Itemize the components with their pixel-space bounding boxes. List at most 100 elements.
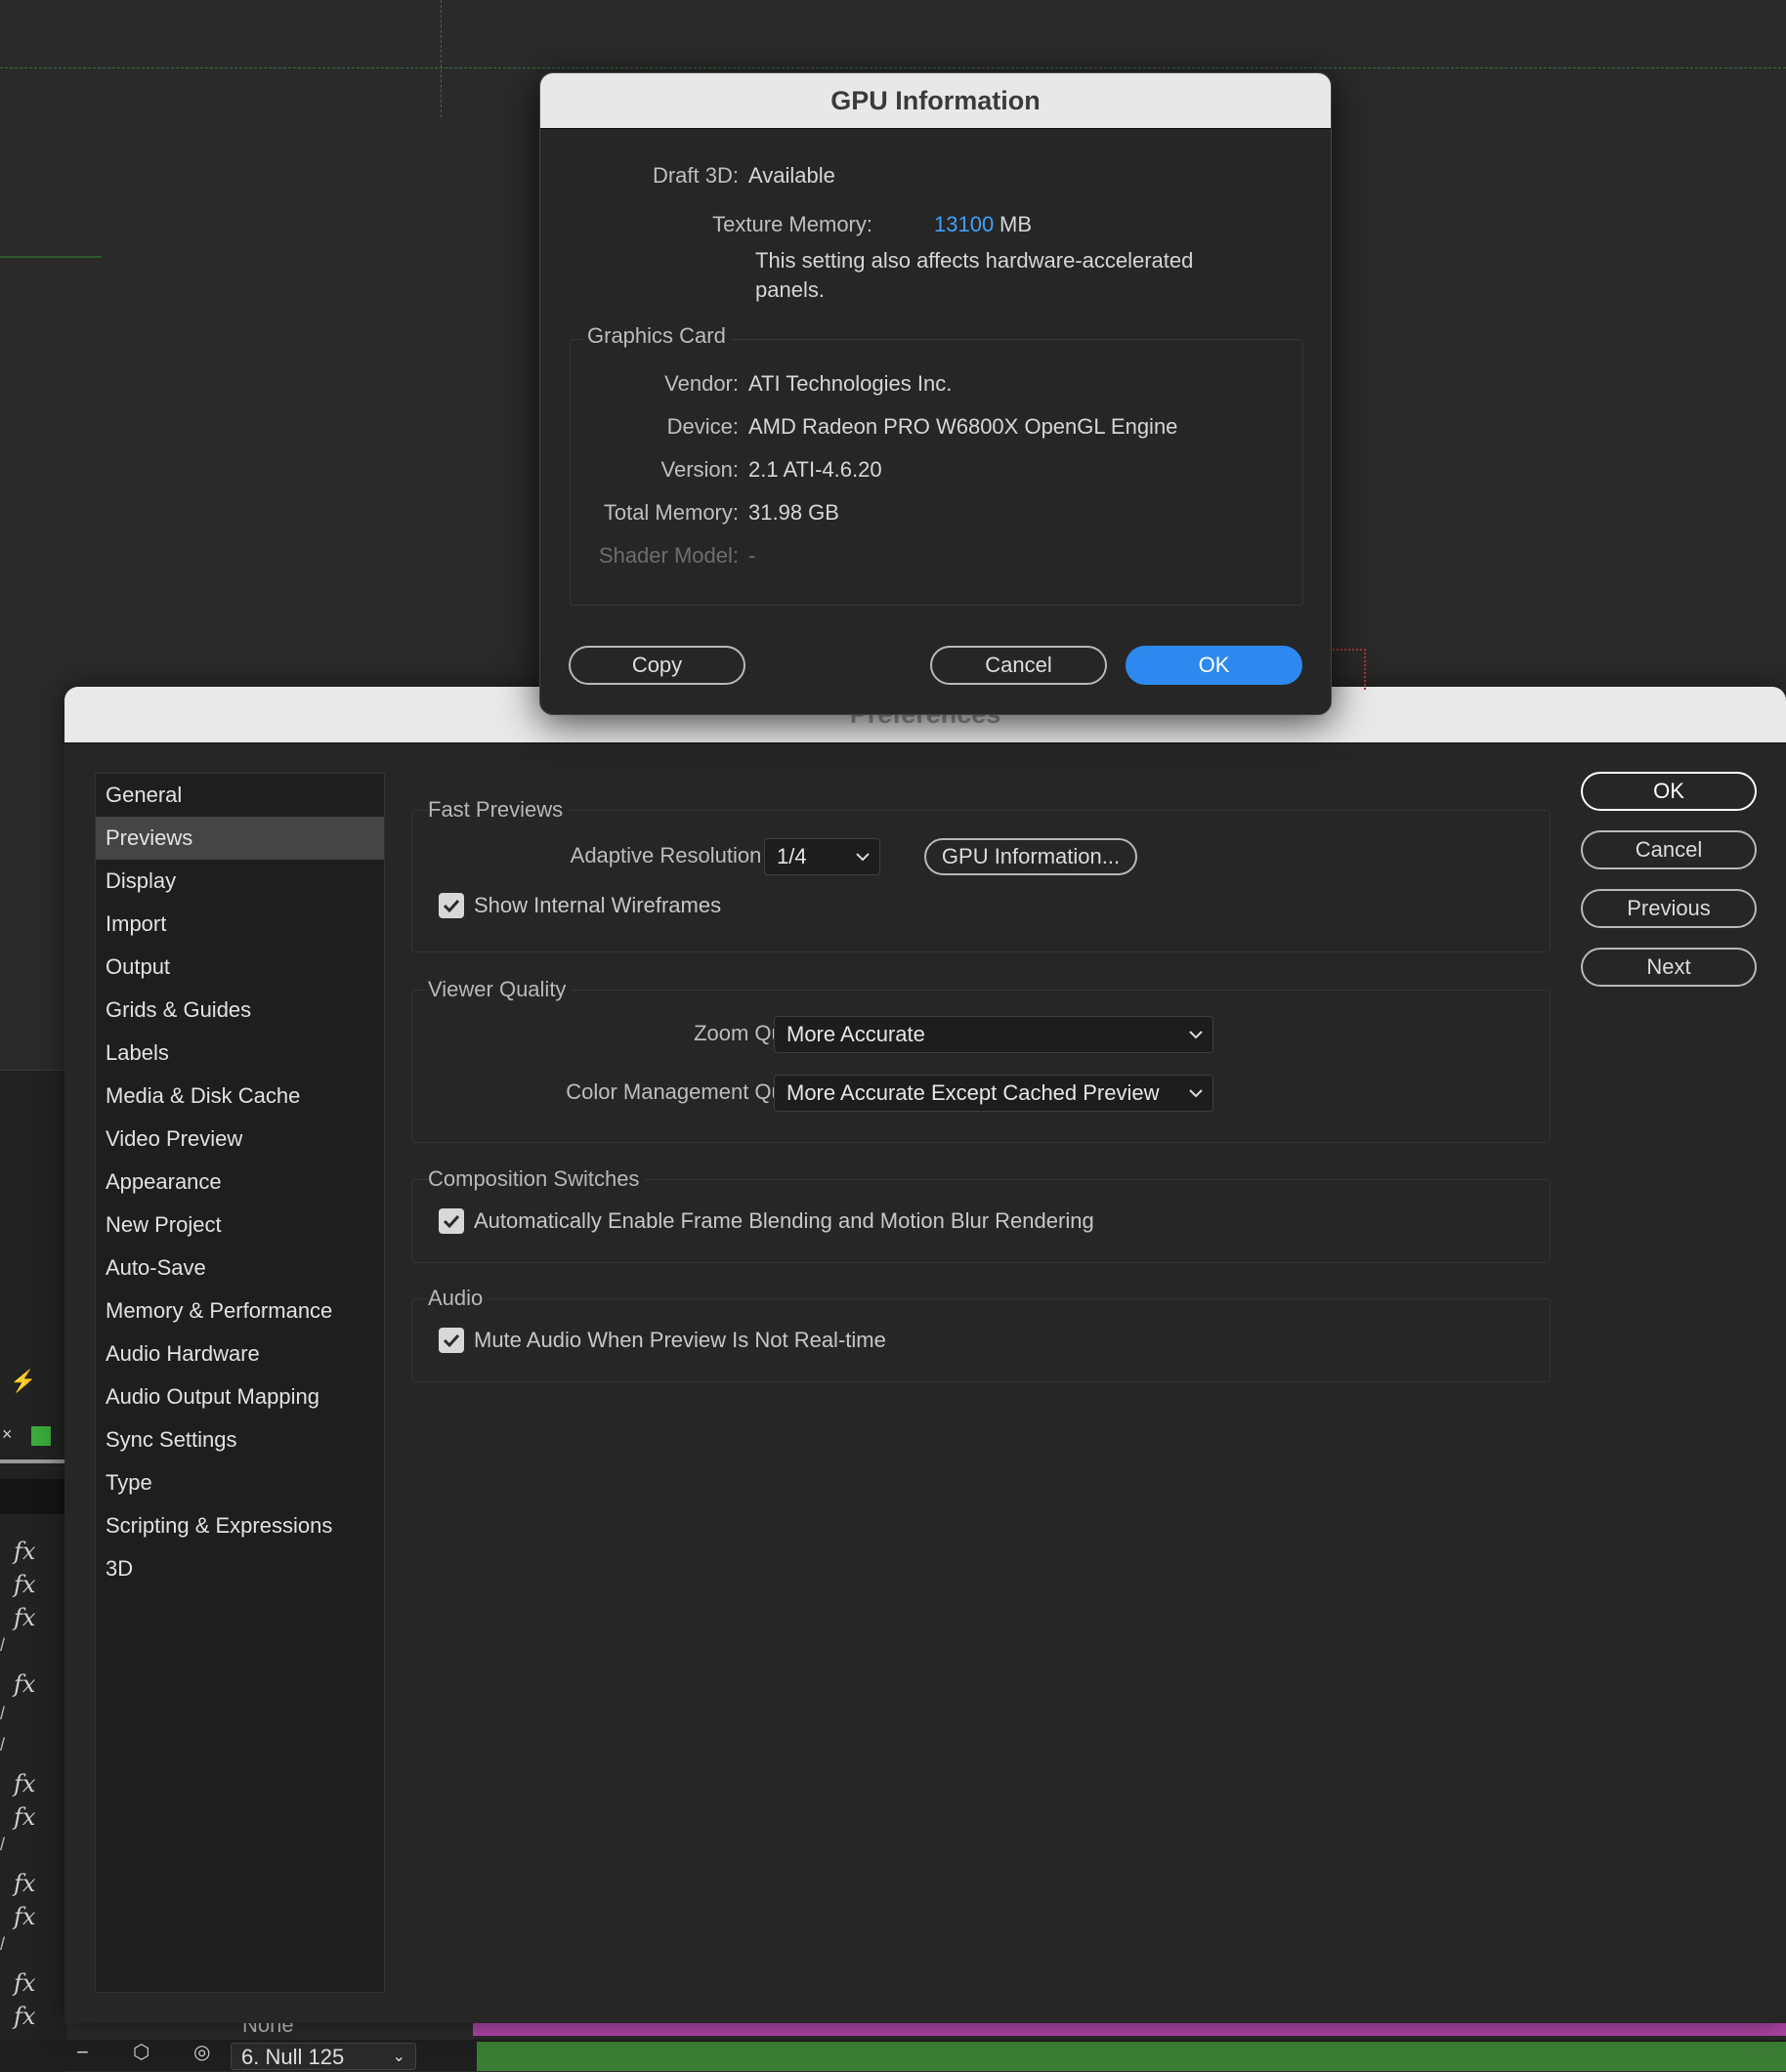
adaptive-resolution-value: 1/4 [777, 844, 807, 868]
category-item[interactable]: Media & Disk Cache [96, 1075, 384, 1118]
gpu-information-button[interactable]: GPU Information... [924, 838, 1137, 875]
shader-model-value: - [748, 543, 756, 568]
draft3d-value: Available [748, 163, 835, 188]
parent-layer-value: 6. Null 125 [241, 2045, 345, 2069]
version-value: 2.1 ATI-4.6.20 [748, 457, 882, 482]
parent-pickwhip-icon[interactable]: ◎ [193, 2040, 210, 2064]
zoom-quality-value: More Accurate [787, 1022, 925, 1046]
null-layer-duration-bar[interactable] [477, 2042, 1786, 2071]
timeline-switches-column: ⚡ × fx fx fx / fx / / fx fx / fx fx / fx… [0, 1070, 66, 2072]
frame-blending-checkbox[interactable] [439, 1208, 464, 1234]
composition-guide-fragment [0, 256, 102, 258]
chevron-down-icon: ⌄ [392, 2049, 405, 2065]
texture-memory-unit: MB [999, 212, 1032, 236]
3d-layer-icon[interactable]: ⬡ [133, 2040, 149, 2064]
show-wireframes-checkbox[interactable] [439, 893, 464, 918]
gpu-information-dialog: GPU Information Draft 3D: Available Text… [539, 72, 1332, 715]
timeline-search-field[interactable] [0, 1479, 64, 1514]
fx-switch-icon[interactable]: fx [14, 1969, 35, 1997]
label-color-swatch[interactable] [31, 1426, 51, 1446]
parent-layer-select[interactable]: 6. Null 125 ⌄ [231, 2043, 416, 2070]
audio-title: Audio [428, 1286, 489, 1311]
quality-switch-icon[interactable]: / [0, 1704, 5, 1724]
version-label: Version: [660, 457, 740, 482]
total-memory-label: Total Memory: [603, 500, 739, 525]
quality-switch-icon[interactable]: / [0, 1735, 5, 1755]
gpu-cancel-button[interactable]: Cancel [930, 646, 1107, 685]
frame-blending-label: Automatically Enable Frame Blending and … [474, 1208, 1094, 1233]
fx-switch-icon[interactable]: fx [14, 1571, 35, 1598]
fast-previews-group [411, 810, 1551, 952]
texture-memory-note: This setting also affects hardware-accel… [755, 248, 1194, 302]
fx-switch-icon[interactable]: fx [14, 1604, 35, 1631]
collapse-toggle-icon[interactable]: − [76, 2040, 89, 2065]
zoom-quality-select[interactable]: More Accurate [774, 1016, 1213, 1053]
preferences-category-list: General Previews Display Import Output Grids … [95, 773, 385, 1993]
preferences-cancel-button[interactable]: Cancel [1581, 830, 1757, 869]
fx-switch-icon[interactable]: fx [14, 1538, 35, 1565]
fx-switch-icon[interactable]: fx [14, 1670, 35, 1698]
device-value: AMD Radeon PRO W6800X OpenGL Engine [748, 414, 1178, 439]
composition-guide-vertical [441, 0, 442, 117]
texture-memory-value[interactable]: 13100 [934, 212, 994, 237]
timeline-scrollbar[interactable] [0, 1459, 64, 1463]
category-item[interactable]: Appearance [96, 1161, 384, 1204]
composition-guide-horizontal [0, 67, 1786, 68]
fx-switch-icon[interactable]: fx [14, 2003, 35, 2030]
category-item[interactable]: Sync Settings [96, 1418, 384, 1461]
show-wireframes-label: Show Internal Wireframes [474, 893, 722, 917]
color-management-value: More Accurate Except Cached Preview [787, 1080, 1160, 1105]
layer-duration-bar[interactable] [473, 2022, 1786, 2036]
texture-memory-label: Texture Memory: [712, 212, 872, 236]
shader-model-label: Shader Model: [598, 543, 739, 568]
category-item[interactable]: Type [96, 1461, 384, 1504]
category-item[interactable]: Output [96, 946, 384, 989]
gpu-information-titlebar: GPU Information [540, 73, 1331, 129]
graphics-card-title: Graphics Card [583, 323, 732, 349]
mute-audio-label: Mute Audio When Preview Is Not Real-time [474, 1328, 886, 1352]
chevron-down-icon [1189, 1017, 1203, 1052]
color-management-select[interactable]: More Accurate Except Cached Preview [774, 1075, 1213, 1112]
mute-audio-checkbox[interactable] [439, 1328, 464, 1353]
vendor-label: Vendor: [664, 371, 739, 396]
total-memory-value: 31.98 GB [748, 500, 839, 525]
category-item[interactable]: Memory & Performance [96, 1290, 384, 1332]
category-item[interactable]: Import [96, 903, 384, 946]
quality-switch-icon[interactable]: / [0, 1934, 5, 1955]
fx-switch-icon[interactable]: fx [14, 1870, 35, 1897]
device-label: Device: [666, 414, 739, 439]
category-item[interactable]: Auto-Save [96, 1247, 384, 1290]
category-item[interactable]: Previews [96, 817, 384, 860]
category-item[interactable]: General [96, 774, 384, 817]
category-item[interactable]: New Project [96, 1204, 384, 1247]
fast-previews-title: Fast Previews [428, 797, 570, 823]
chevron-down-icon [1189, 1076, 1203, 1111]
quality-switch-icon[interactable]: / [0, 1835, 5, 1855]
category-item[interactable]: Scripting & Expressions [96, 1504, 384, 1547]
gpu-copy-button[interactable]: Copy [569, 646, 745, 685]
category-item[interactable]: Grids & Guides [96, 989, 384, 1032]
fx-switch-icon[interactable]: fx [14, 1770, 35, 1797]
preferences-ok-button[interactable]: OK [1581, 772, 1757, 811]
fast-previews-icon[interactable]: ⚡ [10, 1369, 36, 1394]
category-item[interactable]: Display [96, 860, 384, 903]
viewer-quality-title: Viewer Quality [428, 977, 573, 1002]
fx-switch-icon[interactable]: fx [14, 1903, 35, 1930]
category-item[interactable]: 3D [96, 1547, 384, 1590]
category-item[interactable]: Audio Output Mapping [96, 1375, 384, 1418]
chevron-down-icon [856, 839, 870, 874]
quality-switch-icon[interactable]: / [0, 1635, 5, 1656]
frame-blending-row[interactable]: Automatically Enable Frame Blending and … [439, 1206, 1094, 1236]
composition-region-marker [1329, 649, 1366, 690]
category-item[interactable]: Labels [96, 1032, 384, 1075]
mute-audio-row[interactable]: Mute Audio When Preview Is Not Real-time [439, 1326, 886, 1355]
category-item[interactable]: Video Preview [96, 1118, 384, 1161]
preferences-previous-button[interactable]: Previous [1581, 889, 1757, 928]
adaptive-resolution-select[interactable]: 1/4 [764, 838, 880, 875]
preferences-next-button[interactable]: Next [1581, 948, 1757, 987]
gpu-ok-button[interactable]: OK [1126, 646, 1302, 685]
fx-switch-icon[interactable]: fx [14, 1803, 35, 1831]
show-wireframes-row[interactable]: Show Internal Wireframes [439, 891, 721, 920]
category-item[interactable]: Audio Hardware [96, 1332, 384, 1375]
close-icon[interactable]: × [2, 1424, 13, 1445]
